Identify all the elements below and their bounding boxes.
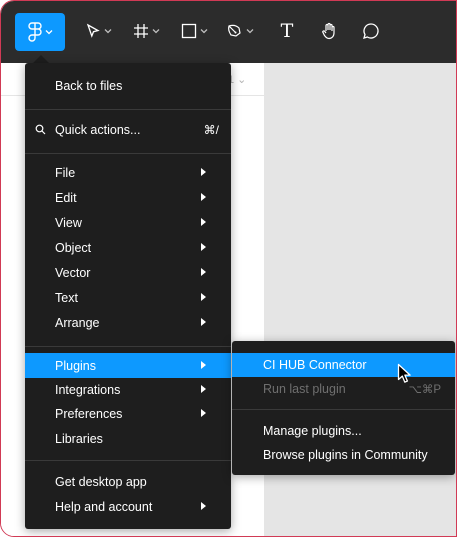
- menu-item-plugins[interactable]: Plugins: [25, 353, 231, 378]
- menu-item-label: Vector: [55, 265, 91, 280]
- menu-item-get-desktop-app[interactable]: Get desktop app: [25, 469, 231, 494]
- chevron-down-icon: [152, 29, 159, 34]
- menu-item-label: Integrations: [55, 382, 121, 397]
- menu-item-preferences[interactable]: Preferences: [25, 401, 231, 426]
- comment-bubble-icon: [363, 23, 379, 39]
- menu-item-edit[interactable]: Edit: [25, 185, 231, 210]
- menu-separator: [25, 460, 231, 461]
- menu-item-text[interactable]: Text: [25, 285, 231, 310]
- submenu-item-label: Manage plugins...: [263, 424, 362, 438]
- menu-item-label: Get desktop app: [55, 474, 147, 489]
- menu-item-label: Object: [55, 240, 92, 255]
- main-menu-button[interactable]: [15, 13, 65, 51]
- menu-item-back-to-files[interactable]: Back to files: [25, 73, 231, 98]
- main-menu: Back to files Quick actions... ⌘/ File E…: [25, 63, 231, 529]
- menu-pointer: [33, 55, 49, 63]
- toolbar: T: [1, 1, 456, 63]
- chevron-down-icon: [104, 29, 111, 34]
- menu-item-label: Arrange: [55, 315, 100, 330]
- submenu-arrow-icon: [201, 168, 206, 176]
- figma-logo-icon: [27, 22, 42, 42]
- comment-tool-button[interactable]: [359, 15, 383, 47]
- submenu-item-label: Run last plugin: [263, 382, 346, 396]
- frame-tool-button[interactable]: [129, 15, 163, 47]
- text-tool-button[interactable]: T: [275, 15, 299, 47]
- submenu-item-label: Browse plugins in Community: [263, 448, 428, 462]
- menu-item-libraries[interactable]: Libraries: [25, 426, 231, 451]
- submenu-arrow-icon: [201, 193, 206, 201]
- menu-item-label: Plugins: [55, 358, 96, 373]
- shape-tool-button[interactable]: [177, 15, 211, 47]
- menu-item-label: Quick actions...: [55, 122, 141, 137]
- hand-icon: [322, 22, 335, 40]
- shortcut-label: ⌥⌘P: [408, 384, 441, 396]
- plugins-submenu: CI HUB Connector Run last plugin ⌥⌘P Man…: [232, 341, 455, 475]
- submenu-separator: [232, 409, 455, 410]
- menu-item-label: View: [55, 215, 82, 230]
- shortcut-label: ⌘/: [203, 122, 219, 137]
- submenu-arrow-icon: [201, 502, 206, 510]
- app-window: T 1 ⌄ Back to files Quick actions... ⌘/ …: [0, 0, 457, 537]
- menu-item-label: Back to files: [55, 78, 123, 93]
- mouse-pointer-icon: [397, 363, 411, 383]
- cursor-arrow-icon: [86, 23, 100, 38]
- submenu-arrow-icon: [201, 361, 206, 369]
- menu-item-label: Help and account: [55, 499, 153, 514]
- submenu-arrow-icon: [201, 293, 206, 301]
- submenu-arrow-icon: [201, 268, 206, 276]
- menu-separator: [25, 346, 231, 347]
- submenu-item-run-last-plugin: Run last plugin ⌥⌘P: [232, 377, 455, 401]
- submenu-arrow-icon: [201, 385, 206, 393]
- menu-item-label: Edit: [55, 190, 77, 205]
- submenu-arrow-icon: [201, 218, 206, 226]
- menu-item-vector[interactable]: Vector: [25, 260, 231, 285]
- pen-tool-button[interactable]: [223, 15, 257, 47]
- menu-item-arrange[interactable]: Arrange: [25, 310, 231, 335]
- move-tool-button[interactable]: [81, 15, 115, 47]
- submenu-arrow-icon: [201, 409, 206, 417]
- search-icon: [35, 124, 46, 135]
- pen-icon: [227, 24, 241, 37]
- submenu-item-ci-hub-connector[interactable]: CI HUB Connector: [232, 353, 455, 377]
- submenu-item-browse-plugins[interactable]: Browse plugins in Community: [232, 443, 455, 467]
- submenu-arrow-icon: [201, 243, 206, 251]
- submenu-item-manage-plugins[interactable]: Manage plugins...: [232, 419, 455, 443]
- frame-hash-icon: [133, 24, 148, 38]
- menu-item-quick-actions[interactable]: Quick actions... ⌘/: [25, 117, 231, 142]
- menu-item-label: File: [55, 165, 76, 180]
- rectangle-icon: [181, 23, 196, 39]
- menu-item-label: Text: [55, 290, 78, 305]
- submenu-item-label: CI HUB Connector: [263, 358, 367, 372]
- text-icon: T: [280, 19, 294, 42]
- menu-item-file[interactable]: File: [25, 160, 231, 185]
- hand-tool-button[interactable]: [317, 15, 341, 47]
- chevron-down-icon: [246, 29, 253, 34]
- menu-item-integrations[interactable]: Integrations: [25, 377, 231, 402]
- menu-item-help-and-account[interactable]: Help and account: [25, 494, 231, 519]
- chevron-down-icon: [200, 29, 207, 34]
- menu-item-view[interactable]: View: [25, 210, 231, 235]
- menu-item-object[interactable]: Object: [25, 235, 231, 260]
- chevron-down-icon: [45, 30, 52, 35]
- submenu-arrow-icon: [201, 318, 206, 326]
- menu-item-label: Libraries: [55, 431, 103, 446]
- menu-separator: [25, 109, 231, 110]
- menu-separator: [25, 153, 231, 154]
- menu-item-label: Preferences: [55, 406, 123, 421]
